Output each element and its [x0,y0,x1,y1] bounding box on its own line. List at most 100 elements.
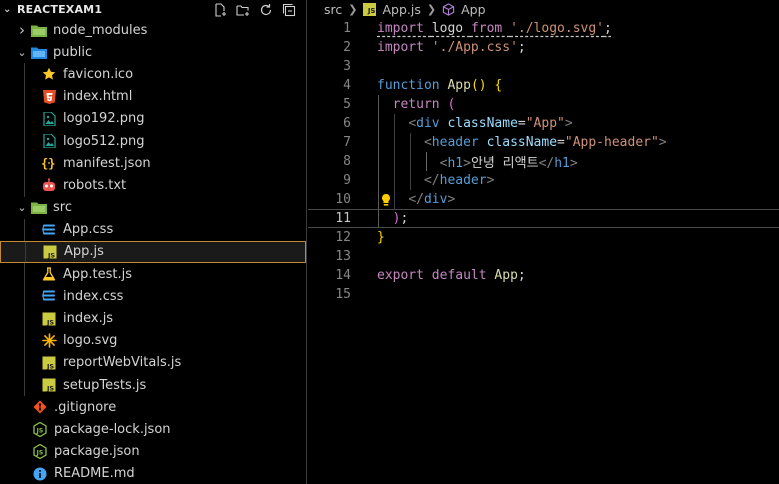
code-token: > [486,173,495,188]
svg-text:JS: JS [47,251,55,259]
code-token: export [377,268,432,283]
tree-file[interactable]: favicon.ico [0,63,306,86]
code-line[interactable]: 13 [308,247,779,266]
tree-file[interactable]: logo192.png [0,107,306,130]
tree-file[interactable]: JS package-lock.json [0,418,306,440]
svg-text:JS: JS [36,449,44,456]
new-folder-icon[interactable] [236,3,250,17]
code-token: className [486,135,558,150]
js-icon: JS [40,355,58,371]
tree-file[interactable]: logo512.png [0,129,306,153]
code-line[interactable]: 3 [308,57,779,76]
new-file-icon[interactable] [213,2,227,17]
image-icon [40,111,58,127]
tree-item-label: robots.txt [63,177,127,193]
tree-file[interactable]: App.css [0,218,306,241]
code-text: import './App.css'; [377,40,526,55]
line-number: 11 [335,211,351,226]
tree-item-label: logo512.png [63,133,145,149]
code-line[interactable]: 12} [308,228,779,247]
code-area[interactable]: 1 import logo from './logo.svg'; 2 import '… [308,19,779,304]
indent-guide [24,129,25,153]
tree-item-label: App.js [64,244,104,260]
tree-file[interactable]: App.test.js [0,263,306,286]
refresh-icon[interactable] [259,3,273,17]
code-line[interactable]: 14 export default App; [308,266,779,285]
tree-item-label: node_modules [53,22,148,38]
collapse-all-icon[interactable] [282,3,296,17]
tree-item-label: index.js [63,311,114,327]
tree-folder[interactable]: ⌄ public [0,41,306,63]
breadcrumb: src ❯ JS App.js ❯ App [308,0,779,19]
lightbulb-icon[interactable] [380,193,392,207]
line-number: 12 [335,230,351,245]
line-number: 15 [335,287,351,302]
code-text: } [377,230,385,245]
css3-icon [40,288,58,304]
chevron-right-icon[interactable]: › [14,21,30,39]
code-token: "App-header" [564,135,659,150]
indent-guide [24,307,25,330]
tree-item-label: logo.svg [63,333,118,349]
html5-icon [40,89,58,105]
chevron-down-icon[interactable]: ⌄ [3,4,17,15]
code-token: = [557,135,565,150]
tree-file[interactable]: robots.txt [0,174,306,197]
line-number: 3 [343,59,351,74]
folder-blue-icon [30,44,48,60]
tree-file[interactable]: .gitignore [0,396,306,418]
tree-folder[interactable]: ⌄ src [0,197,306,219]
tree-file[interactable]: index.css [0,285,306,308]
code-line[interactable]: 2 import './App.css'; [308,38,779,57]
code-token: < [423,135,432,150]
tree-file[interactable]: logo.svg [0,329,306,352]
breadcrumb-symbol[interactable]: App [461,2,485,17]
code-token: function [377,78,448,93]
code-token: ; [517,40,526,55]
tree-folder[interactable]: › node_modules [0,19,306,41]
code-text: function App() { [377,78,502,93]
tree-file[interactable]: index.html [0,85,306,108]
explorer-header[interactable]: ⌄ REACTEXAM1 [0,0,306,19]
chevron-down-icon[interactable]: ⌄ [14,46,30,59]
code-editor[interactable]: src ❯ JS App.js ❯ App 1 import logo from … [308,0,779,484]
code-text: import logo from './logo.svg'; [377,21,612,36]
code-token: </ [423,173,440,188]
tree-file[interactable]: JS reportWebVitals.js [0,351,306,374]
code-token: > [564,116,573,131]
tree-file[interactable]: JS package.json [0,441,306,463]
tree-item-label: index.html [63,89,133,105]
code-token: div [416,116,448,131]
tree-item-label: package-lock.json [54,421,171,437]
code-line[interactable]: 4 function App() { [308,76,779,95]
chevron-down-icon[interactable]: ⌄ [14,201,30,214]
code-text: <h1>안녕 리액트</h1> [377,152,578,171]
tree-item-label: README.md [54,466,135,482]
code-token: h1 [447,156,464,171]
indent-guide [410,133,411,190]
line-number: 1 [343,21,351,36]
indent-guide [24,374,25,397]
code-line[interactable]: 1 import logo from './logo.svg'; [308,19,779,38]
tree-file[interactable]: README.md [0,463,306,484]
tree-item-label: logo192.png [63,111,145,127]
tree-file[interactable]: JS App.js [0,240,306,264]
code-token: 안녕 리액트 [470,156,539,171]
indent-guide [378,95,379,228]
tree-file[interactable]: JS index.js [0,307,306,330]
tree-file[interactable]: JS setupTests.js [0,374,306,397]
breadcrumb-file[interactable]: App.js [382,2,420,17]
code-line[interactable]: 15 [308,285,779,304]
line-number: 10 [335,192,351,207]
svg-icon [40,333,58,349]
cube-icon [442,3,455,16]
tree-file[interactable]: {} manifest.json [0,152,306,175]
folder-green-icon [30,200,48,216]
code-token: App [494,268,518,283]
breadcrumb-folder[interactable]: src [324,2,342,17]
code-token: './logo.svg' [510,21,604,36]
code-token: './App.css' [431,40,518,55]
js-icon: JS [41,244,59,260]
indent-guide [24,351,25,374]
